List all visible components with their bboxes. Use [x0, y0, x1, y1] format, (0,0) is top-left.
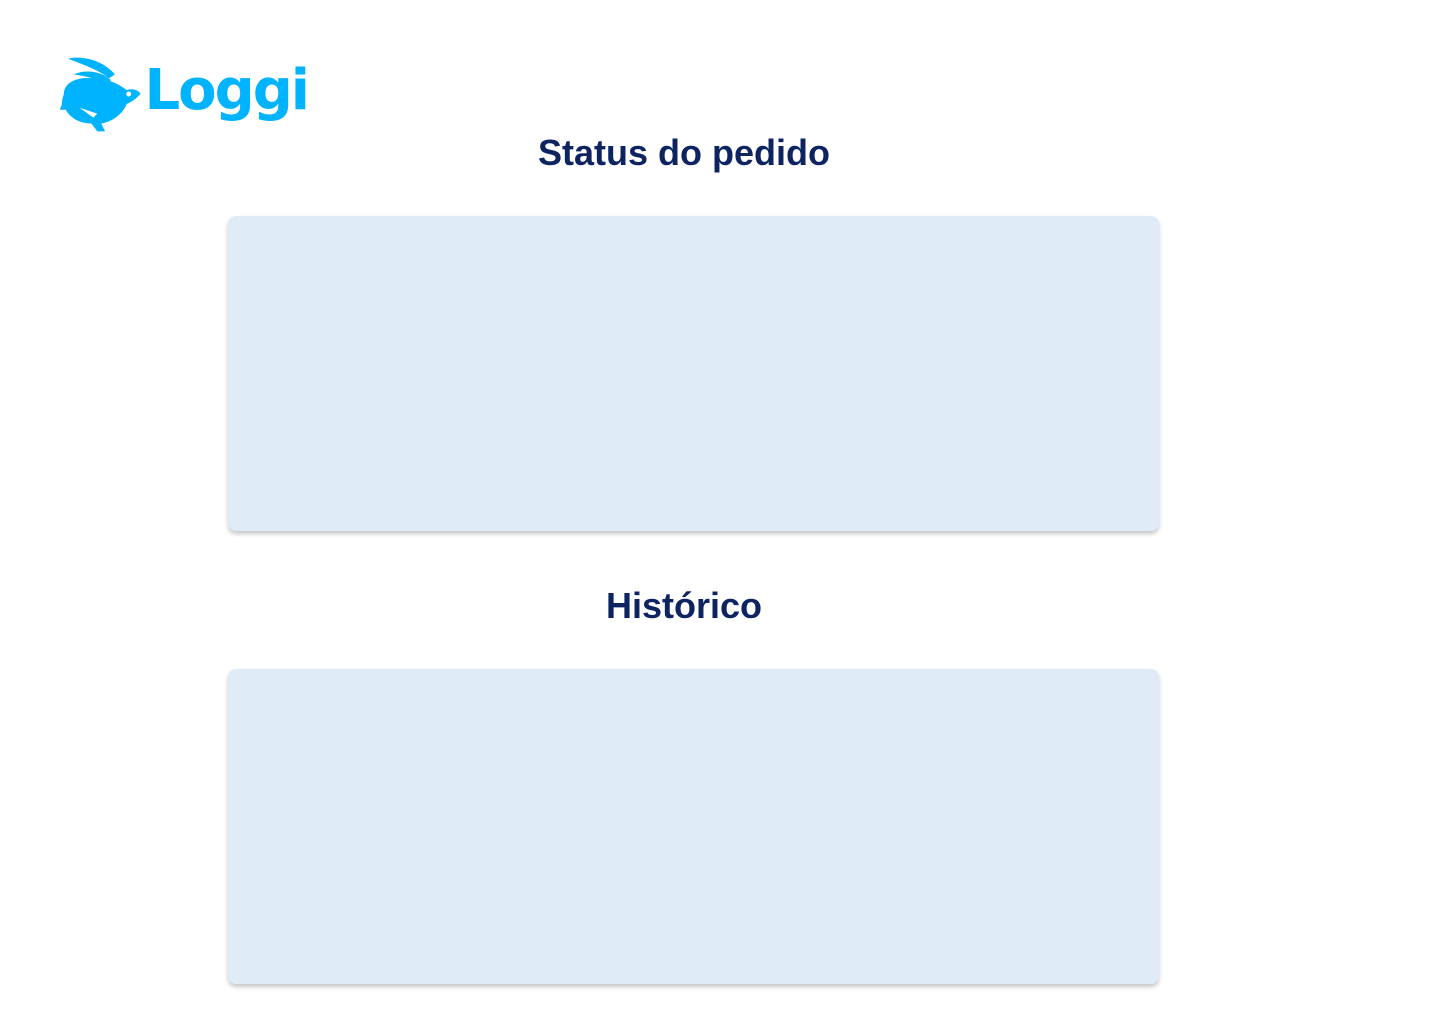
brand-wordmark: Loggi: [144, 58, 310, 123]
rabbit-icon: [59, 57, 141, 132]
brand-logo[interactable]: Loggi: [58, 52, 310, 136]
status-section-title: Status do pedido: [538, 132, 830, 173]
history-section-title: Histórico: [605, 585, 763, 626]
history-panel: [228, 669, 1159, 984]
status-panel: [228, 216, 1159, 531]
